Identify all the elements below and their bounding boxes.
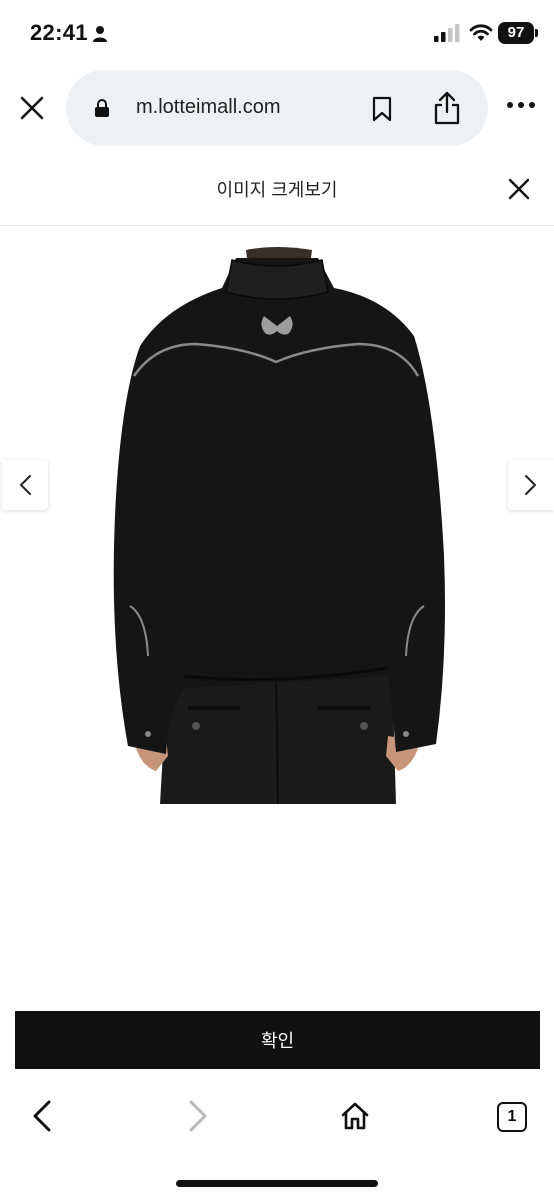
bookmark-icon[interactable] [370, 96, 394, 122]
back-button[interactable] [20, 1094, 64, 1138]
share-icon[interactable] [432, 90, 462, 126]
chevron-left-icon [20, 475, 31, 495]
next-image-button[interactable] [508, 460, 554, 510]
battery-level: 97 [507, 24, 525, 41]
more-icon[interactable] [506, 100, 536, 110]
close-icon [508, 178, 530, 200]
browser-toolbar: 1 [0, 1080, 554, 1200]
close-icon [20, 96, 44, 120]
prev-image-button[interactable] [2, 460, 48, 510]
url-field[interactable]: m.lotteimall.com [66, 70, 488, 146]
back-icon [33, 1100, 51, 1132]
tabs-count: 1 [507, 1108, 517, 1125]
person-icon [93, 26, 107, 42]
modal-close-button[interactable] [502, 172, 536, 206]
home-button[interactable] [333, 1094, 377, 1138]
image-viewer [0, 226, 554, 826]
page: 22:41 97 m.lotteimall.com 이미지 크게보기 확인 1 [0, 0, 554, 1200]
battery-icon: 97 [498, 22, 534, 44]
modal-header: 이미지 크게보기 [0, 150, 554, 226]
battery-tip [535, 29, 538, 37]
status-bar: 22:41 97 [0, 0, 554, 64]
product-image [96, 236, 458, 804]
home-icon [341, 1102, 369, 1130]
wifi-icon [469, 24, 493, 41]
url-text: m.lotteimall.com [136, 96, 281, 118]
forward-icon [189, 1100, 207, 1132]
status-time: 22:41 [30, 20, 88, 45]
lock-icon [95, 99, 109, 117]
close-tab-button[interactable] [14, 90, 50, 126]
browser-address-bar: m.lotteimall.com [0, 64, 554, 150]
modal-title: 이미지 크게보기 [216, 180, 338, 200]
chevron-right-icon [525, 475, 536, 495]
signal-icon [434, 24, 460, 42]
confirm-button[interactable]: 확인 [15, 1011, 540, 1069]
tabs-button[interactable]: 1 [497, 1102, 527, 1132]
forward-button[interactable] [176, 1094, 220, 1138]
home-indicator [176, 1180, 378, 1187]
